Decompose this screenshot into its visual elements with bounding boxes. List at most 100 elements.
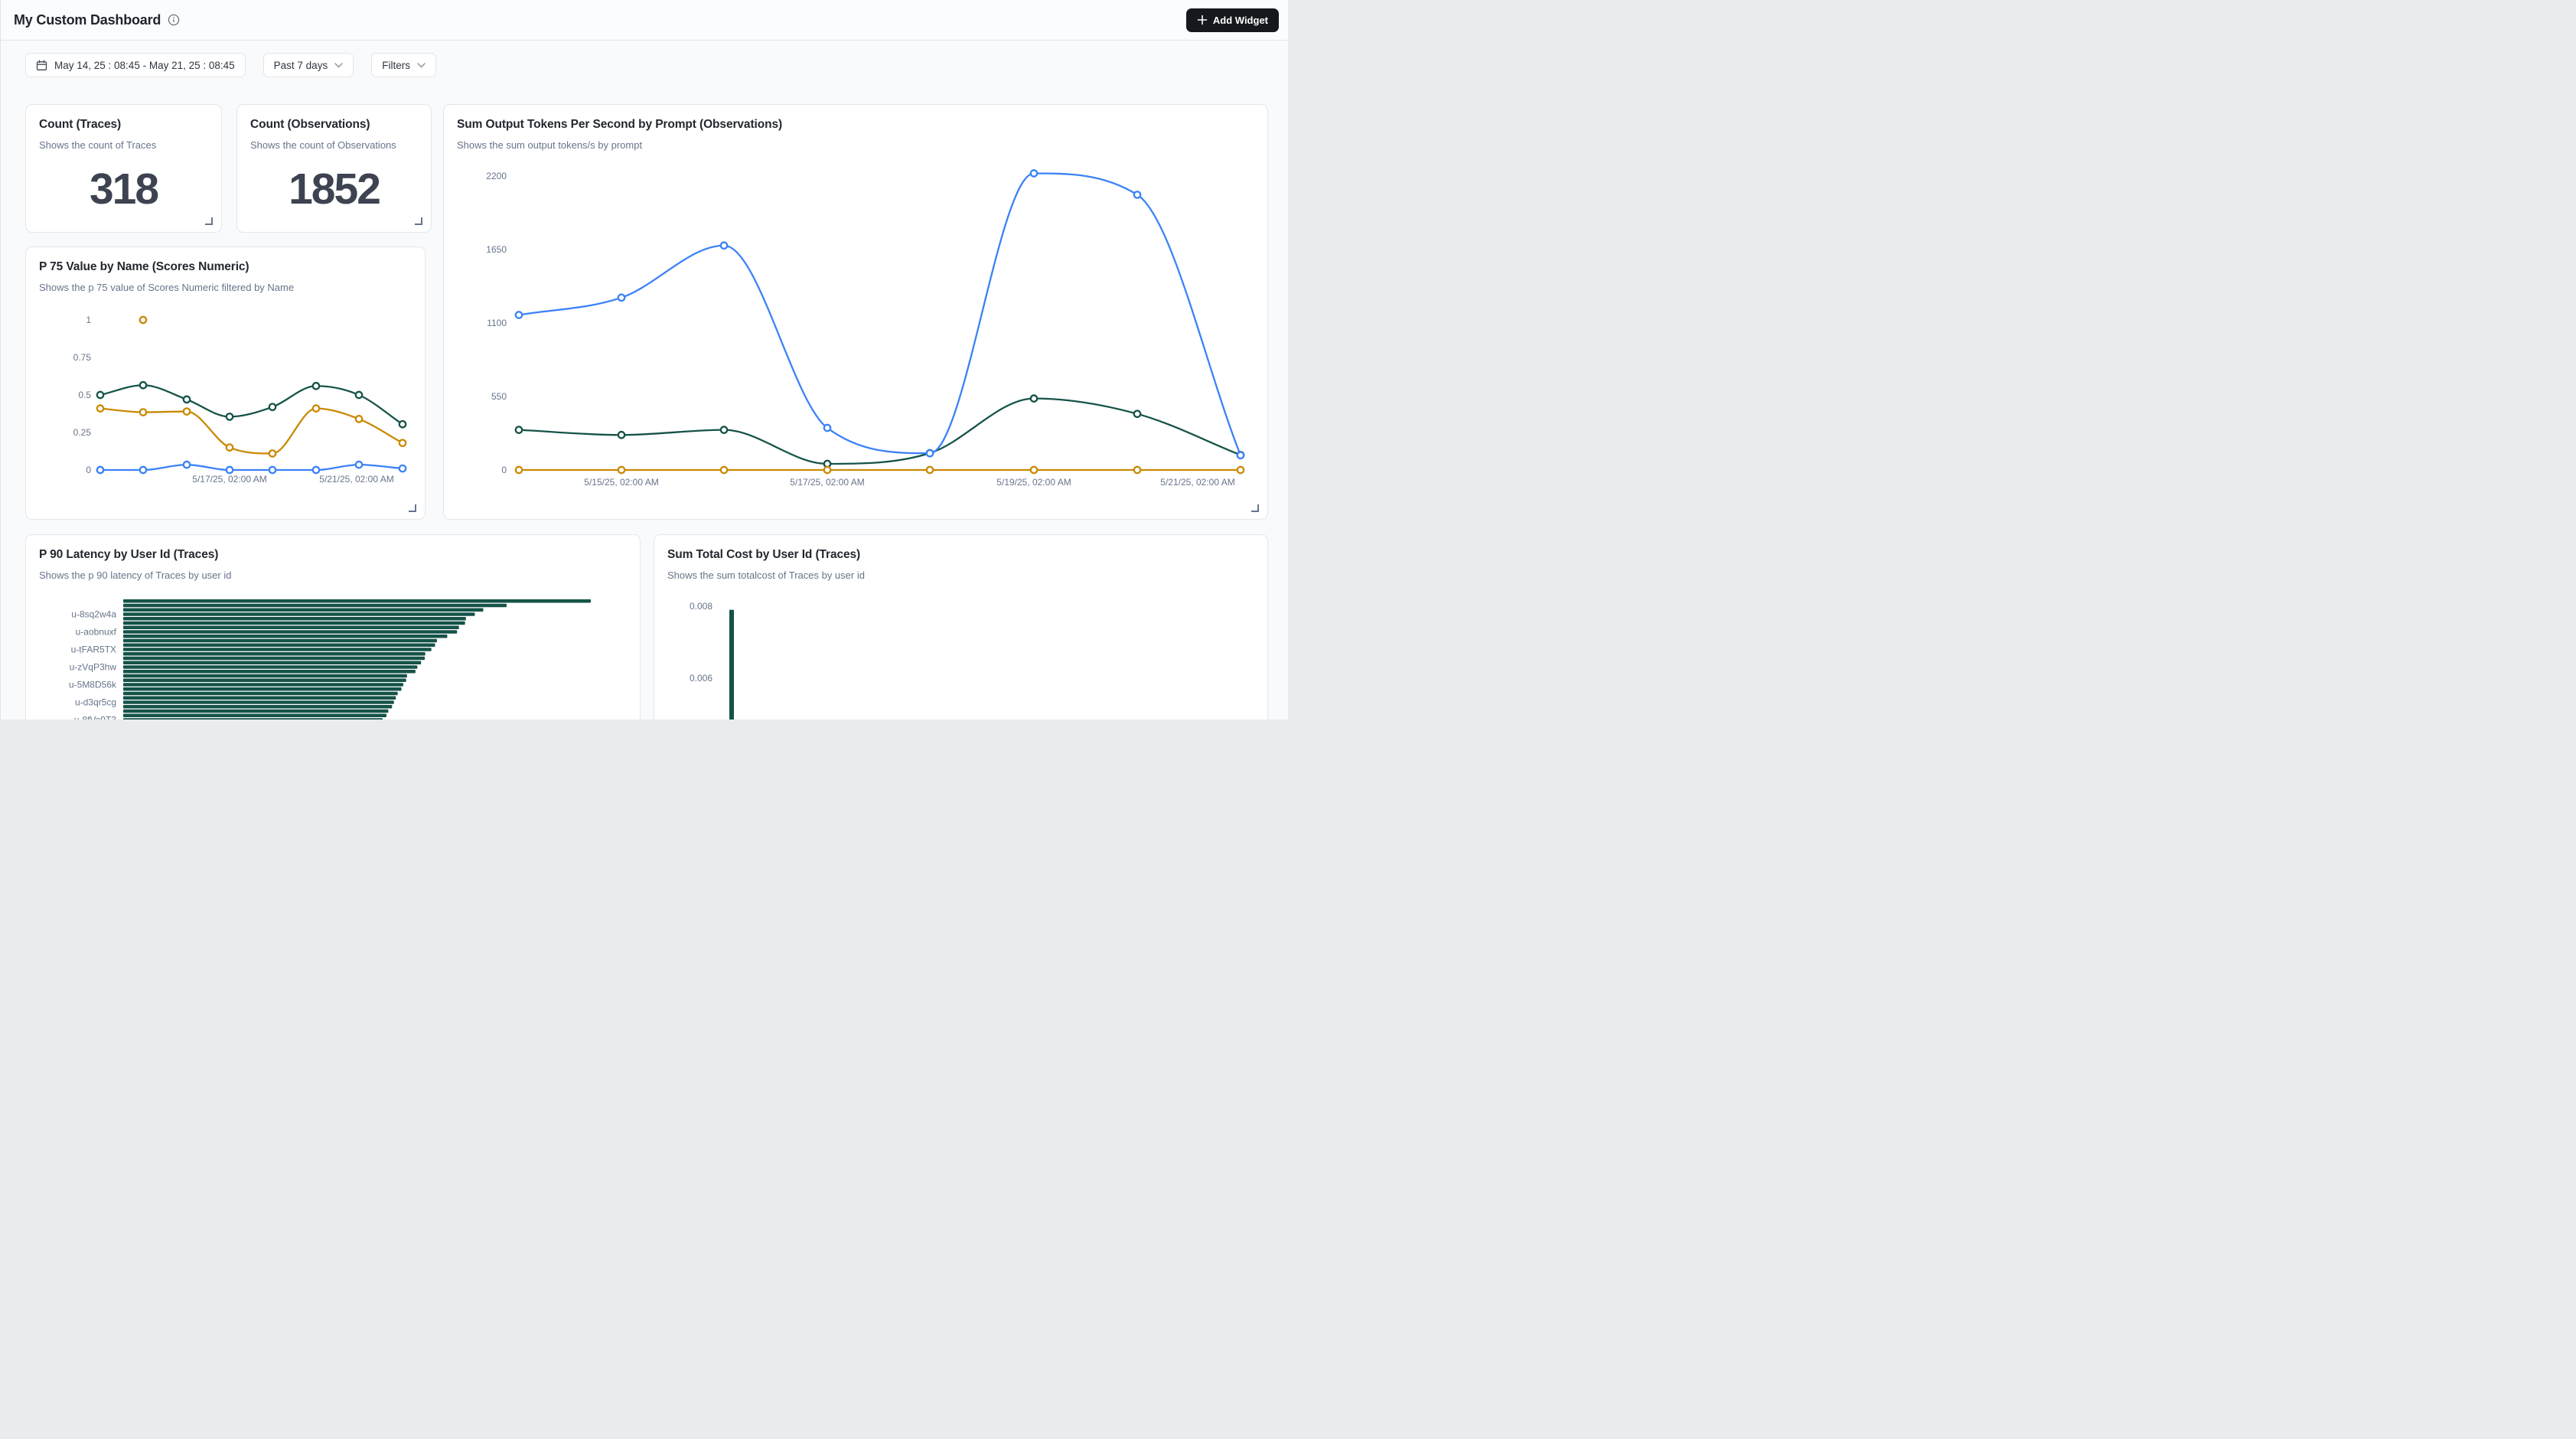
card-count-traces: Count (Traces) Shows the count of Traces… xyxy=(25,104,222,233)
latency-bar[interactable] xyxy=(123,626,459,630)
latency-bar[interactable] xyxy=(123,661,421,665)
data-point[interactable] xyxy=(1031,467,1037,473)
latency-bar[interactable] xyxy=(123,639,437,643)
data-point[interactable] xyxy=(227,467,233,473)
y-axis-tick-label: 2200 xyxy=(486,171,507,181)
data-point[interactable] xyxy=(1134,410,1140,416)
latency-bar[interactable] xyxy=(123,705,392,709)
latency-bar[interactable] xyxy=(123,644,435,648)
data-point[interactable] xyxy=(313,405,319,411)
resize-handle-icon[interactable] xyxy=(205,217,213,225)
latency-bar[interactable] xyxy=(123,700,394,704)
user-id-label: u-zVqP3hw xyxy=(70,662,117,673)
add-widget-button[interactable]: Add Widget xyxy=(1186,8,1279,32)
y-axis-tick-label: 1650 xyxy=(486,244,507,255)
data-point[interactable] xyxy=(140,382,146,388)
data-point[interactable] xyxy=(269,467,276,473)
resize-handle-icon[interactable] xyxy=(1251,504,1259,512)
data-point[interactable] xyxy=(721,426,727,432)
data-point[interactable] xyxy=(618,432,624,438)
p90-bar-chart-canvas[interactable]: u-8sq2w4au-aobnuxfu-tFAR5TXu-zVqP3hwu-5M… xyxy=(26,535,641,720)
data-point[interactable] xyxy=(618,295,624,301)
latency-bar[interactable] xyxy=(123,679,406,683)
latency-bar[interactable] xyxy=(123,714,386,718)
filters-dropdown[interactable]: Filters xyxy=(371,53,436,77)
data-point[interactable] xyxy=(184,396,190,403)
data-point[interactable] xyxy=(721,243,727,249)
y-axis-tick-label: 0.5 xyxy=(78,390,91,400)
data-point[interactable] xyxy=(269,450,276,456)
data-point[interactable] xyxy=(1134,191,1140,197)
data-point[interactable] xyxy=(97,467,103,473)
data-point[interactable] xyxy=(516,467,522,473)
data-point[interactable] xyxy=(269,403,276,410)
data-point[interactable] xyxy=(927,467,933,473)
latency-bar[interactable] xyxy=(123,674,407,678)
latency-bar[interactable] xyxy=(123,609,483,612)
latency-bar[interactable] xyxy=(123,635,447,638)
data-point[interactable] xyxy=(356,392,362,398)
date-range-button[interactable]: May 14, 25 : 08:45 - May 21, 25 : 08:45 xyxy=(25,53,246,77)
data-point[interactable] xyxy=(227,413,233,419)
latency-bar[interactable] xyxy=(123,599,591,603)
data-point[interactable] xyxy=(399,465,406,472)
data-point[interactable] xyxy=(184,462,190,468)
data-point[interactable] xyxy=(399,421,406,427)
data-point[interactable] xyxy=(516,312,522,318)
y-axis-tick-label: 1 xyxy=(86,315,91,325)
tokens-line-chart-canvas[interactable]: 05501100165022005/15/25, 02:00 AM5/17/25… xyxy=(444,105,1269,520)
data-point[interactable] xyxy=(1237,467,1244,473)
add-widget-label: Add Widget xyxy=(1213,15,1268,26)
data-point[interactable] xyxy=(1134,467,1140,473)
data-point[interactable] xyxy=(140,409,146,415)
data-point[interactable] xyxy=(313,467,319,473)
latency-bar[interactable] xyxy=(123,692,398,696)
data-point[interactable] xyxy=(356,416,362,422)
data-point[interactable] xyxy=(824,467,830,473)
latency-bar[interactable] xyxy=(123,630,457,634)
latency-bar[interactable] xyxy=(123,665,417,669)
data-point[interactable] xyxy=(618,467,624,473)
data-point[interactable] xyxy=(313,383,319,389)
data-point[interactable] xyxy=(97,405,103,411)
data-point[interactable] xyxy=(184,408,190,414)
data-point[interactable] xyxy=(927,450,933,456)
latency-bar[interactable] xyxy=(123,612,474,616)
latency-bar[interactable] xyxy=(123,683,403,687)
data-point[interactable] xyxy=(1031,395,1037,401)
latency-bar[interactable] xyxy=(123,697,396,700)
data-point[interactable] xyxy=(824,425,830,431)
latency-bar[interactable] xyxy=(123,622,465,625)
latency-bar[interactable] xyxy=(123,710,388,713)
latency-bar[interactable] xyxy=(123,687,402,691)
data-point[interactable] xyxy=(140,467,146,473)
resize-handle-icon[interactable] xyxy=(415,217,422,225)
calendar-icon xyxy=(36,60,47,71)
latency-bar[interactable] xyxy=(123,648,432,651)
cost-bar-chart-canvas[interactable]: 0.0080.006 xyxy=(654,535,1269,720)
data-point[interactable] xyxy=(1237,452,1244,458)
latency-bar[interactable] xyxy=(123,718,383,720)
data-point[interactable] xyxy=(140,317,146,323)
latency-bar[interactable] xyxy=(123,657,425,661)
data-point[interactable] xyxy=(516,426,522,432)
info-icon[interactable] xyxy=(168,14,180,26)
latency-bar[interactable] xyxy=(123,604,507,608)
data-point[interactable] xyxy=(227,444,233,450)
latency-bar[interactable] xyxy=(123,652,426,656)
resize-handle-icon[interactable] xyxy=(409,504,416,512)
data-point[interactable] xyxy=(356,462,362,468)
x-axis-tick-label: 5/17/25, 02:00 AM xyxy=(192,474,266,485)
latency-bar[interactable] xyxy=(123,617,466,621)
data-point[interactable] xyxy=(1031,170,1037,176)
data-point[interactable] xyxy=(97,392,103,398)
data-point[interactable] xyxy=(399,440,406,446)
date-preset-dropdown[interactable]: Past 7 days xyxy=(263,53,354,77)
data-point[interactable] xyxy=(721,467,727,473)
user-id-label: u-aobnuxf xyxy=(76,627,117,638)
user-id-label: u-8fVa9T3 xyxy=(74,715,116,720)
latency-bar[interactable] xyxy=(123,670,416,674)
y-axis-tick-label: 0 xyxy=(86,465,91,475)
cost-bar[interactable] xyxy=(729,610,734,720)
card-sum-total-cost: 0.0080.006 Sum Total Cost by User Id (Tr… xyxy=(654,534,1268,720)
